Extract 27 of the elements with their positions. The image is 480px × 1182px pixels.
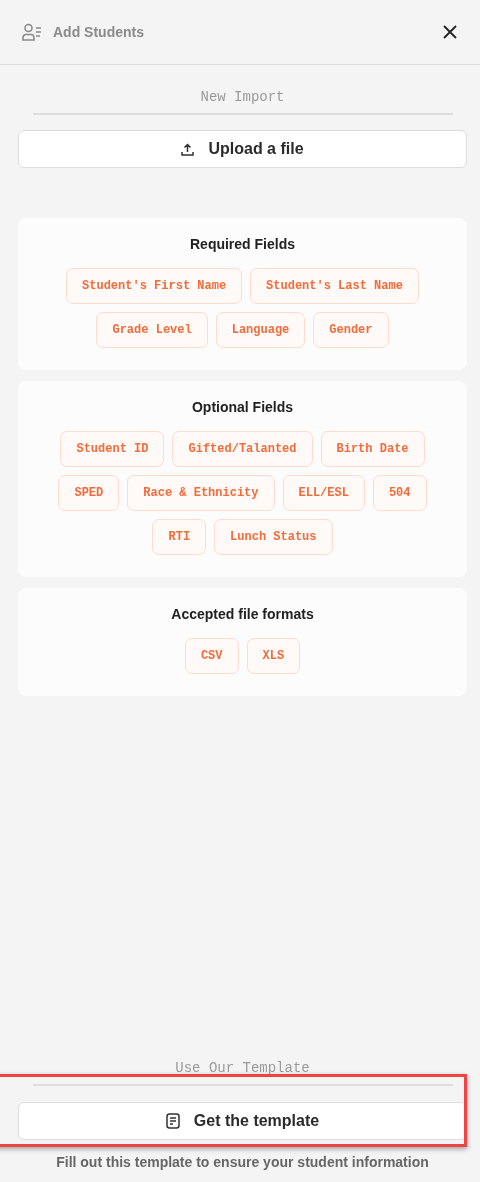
field-tag: SPED (58, 475, 120, 511)
section-heading: New Import (200, 88, 285, 107)
dialog-title: Add Students (53, 24, 145, 40)
field-tag: Language (215, 312, 306, 348)
field-tag: ELL/ESL (282, 475, 365, 511)
upload-button[interactable]: Upload a file (18, 130, 467, 168)
field-tag: RTI (152, 519, 207, 555)
section-heading: Use Our Template (175, 1060, 310, 1078)
field-tag: Student's Last Name (250, 268, 419, 304)
card-title: Accepted file formats (171, 606, 314, 622)
card-title: Required Fields (190, 236, 295, 252)
field-tag: Race & Ethnicity (127, 475, 275, 511)
field-tag: Lunch Status (214, 519, 333, 555)
field-tag: XLS (246, 638, 301, 674)
card-title: Optional Fields (191, 399, 294, 415)
field-tag: 504 (372, 475, 427, 511)
students-icon (22, 23, 43, 41)
field-tag: CSV (184, 638, 239, 674)
field-tag: Birth Date (320, 431, 425, 467)
field-tag: Gender (313, 312, 389, 348)
field-tag: Grade Level (96, 312, 208, 348)
field-tag: Gifted/Talanted (172, 431, 313, 467)
template-note: Fill out this template to ensure your student information (56, 1154, 429, 1172)
document-icon (165, 1113, 180, 1129)
field-tag: Student's First Name (66, 268, 243, 304)
field-tag: Student ID (60, 431, 165, 467)
upload-icon (181, 142, 195, 156)
